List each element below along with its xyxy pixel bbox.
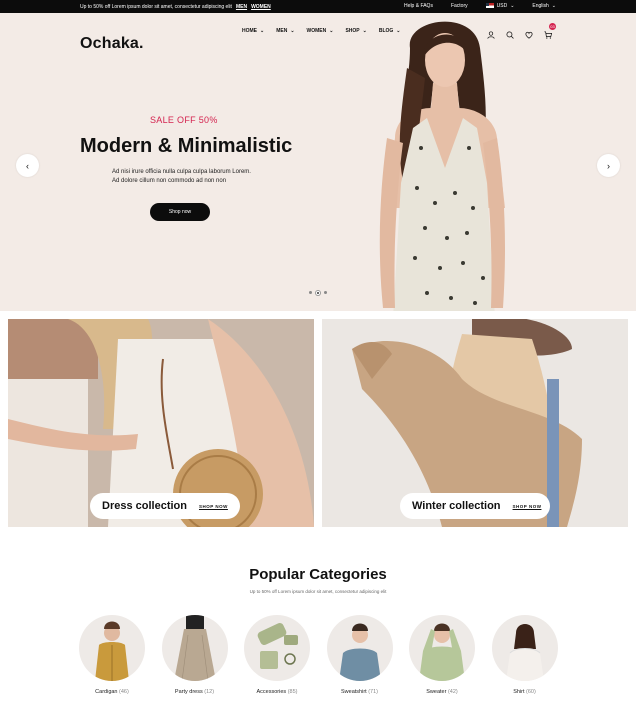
category-image — [244, 615, 310, 681]
user-icon[interactable] — [487, 26, 495, 39]
nav-blog[interactable]: BLOG ⌄ — [379, 28, 401, 34]
nav-men[interactable]: MEN ⌄ — [276, 28, 294, 34]
nav-home-label: HOME — [242, 28, 257, 34]
category-image — [79, 615, 145, 681]
category-label: Cardigan (46) — [95, 689, 129, 695]
slider-dot[interactable] — [324, 291, 327, 294]
dress-collection-label: Dress collection SHOP NOW — [90, 493, 240, 519]
shop-now-link[interactable]: SHOP NOW — [513, 504, 542, 509]
slider-prev-button[interactable]: ‹ — [16, 154, 39, 177]
hero-model-image — [379, 21, 505, 311]
chevron-down-icon: ⌄ — [260, 28, 265, 34]
category-name: Shirt — [513, 689, 525, 695]
category-count: (85) — [287, 689, 298, 695]
nav-women[interactable]: WOMEN ⌄ — [307, 28, 334, 34]
slider-next-button[interactable]: › — [597, 154, 620, 177]
category-cardigan[interactable]: Cardigan (46) — [79, 615, 145, 695]
popular-categories-subtitle: Up to 50% off Lorem ipsum dolor sit amet… — [249, 589, 387, 594]
category-image — [409, 615, 475, 681]
slider-dot-active[interactable] — [316, 290, 320, 295]
winter-collection-label: Winter collection SHOP NOW — [400, 493, 550, 519]
chevron-down-icon: ⌄ — [290, 28, 295, 34]
hero-headline: Modern & Minimalistic — [80, 135, 293, 157]
category-label: Shirt (60) — [513, 689, 536, 695]
promo-link-women[interactable]: WOMEN — [251, 4, 271, 10]
winter-collection-banner[interactable]: Winter collection SHOP NOW — [322, 319, 628, 527]
shop-now-link[interactable]: SHOP NOW — [199, 504, 228, 509]
chevron-down-icon: ⌄ — [396, 28, 401, 34]
hero-slider: Ochaka. HOME ⌄ MEN ⌄ WOMEN ⌄ SHOP ⌄ BLOG ⌄ 03… — [0, 13, 636, 311]
currency-label: USD — [496, 3, 508, 9]
category-name: Party dress — [174, 689, 203, 695]
category-image — [491, 615, 558, 681]
category-image — [161, 615, 228, 681]
category-sweatshirt[interactable]: Sweatshirt (71) — [326, 615, 393, 695]
help-link[interactable]: Help & FAQs — [404, 3, 433, 9]
factory-link[interactable]: Factory — [451, 3, 468, 9]
chevron-down-icon: ⌄ — [329, 28, 334, 34]
chevron-down-icon: ⌄ — [551, 3, 556, 9]
topbar-right: Help & FAQs Factory USD ⌄ English ⌄ — [404, 3, 556, 9]
sale-label: SALE OFF 50% — [150, 115, 218, 125]
language-select[interactable]: English ⌄ — [532, 3, 556, 9]
cart-icon[interactable]: 03 — [544, 23, 556, 39]
nav-men-label: MEN — [276, 28, 288, 34]
search-icon[interactable] — [506, 26, 514, 39]
main-nav: HOME ⌄ MEN ⌄ WOMEN ⌄ SHOP ⌄ BLOG ⌄ — [242, 28, 401, 34]
chevron-left-icon: ‹ — [26, 160, 29, 171]
promo-link-men[interactable]: MEN — [236, 4, 247, 10]
nav-blog-label: BLOG — [378, 28, 394, 34]
category-label: Sweater (42) — [426, 689, 458, 695]
chevron-right-icon: › — [607, 160, 610, 171]
chevron-down-icon: ⌄ — [510, 3, 515, 9]
dress-collection-banner[interactable]: Dress collection SHOP NOW — [8, 319, 314, 527]
header-icons: 03 — [487, 23, 556, 39]
nav-shop-label: SHOP — [345, 28, 360, 34]
category-list: Cardigan (46) Party dress (12) Accessori… — [79, 615, 558, 695]
category-image — [326, 615, 393, 681]
announcement-bar: Up to 50% off Lorem ipsum dolor sit amet… — [0, 0, 636, 13]
slider-pagination — [309, 290, 327, 295]
chevron-down-icon: ⌄ — [362, 28, 367, 34]
site-logo[interactable]: Ochaka. — [80, 35, 144, 53]
slider-dot[interactable] — [309, 291, 312, 294]
heart-icon[interactable] — [525, 26, 533, 39]
category-name: Sweater — [426, 689, 447, 695]
us-flag-icon — [485, 3, 494, 9]
category-count: (71) — [368, 689, 378, 695]
hero-description: Ad nisi irure officia nulla culpa culpa … — [112, 168, 292, 186]
category-count: (46) — [119, 689, 129, 695]
popular-categories-title: Popular Categories — [249, 566, 387, 583]
category-accessories[interactable]: Accessories (85) — [244, 615, 310, 695]
category-sweater[interactable]: Sweater (42) — [409, 615, 475, 695]
promo-banner: Up to 50% off Lorem ipsum dolor sit amet… — [80, 4, 271, 10]
category-label: Sweatshirt (71) — [341, 689, 378, 695]
hero-description-line-2: Ad dolore cillum non commodo ad non non — [112, 178, 227, 184]
nav-shop[interactable]: SHOP ⌄ — [345, 28, 366, 34]
cart-count-badge: 03 — [549, 23, 556, 30]
category-count: (60) — [526, 689, 536, 695]
category-name: Sweatshirt — [341, 689, 367, 695]
hero-description-line-1: Ad nisi irure officia nulla culpa culpa … — [112, 169, 251, 175]
shop-now-button[interactable]: Shop now — [150, 203, 210, 221]
category-label: Accessories (85) — [257, 689, 298, 695]
category-label: Party dress (12) — [175, 689, 214, 695]
collection-name: Winter collection — [412, 500, 501, 512]
promo-text: Up to 50% off Lorem ipsum dolor sit amet… — [80, 4, 232, 10]
collection-name: Dress collection — [102, 500, 187, 512]
category-count: (12) — [204, 689, 215, 695]
nav-home[interactable]: HOME ⌄ — [242, 28, 264, 34]
category-shirt[interactable]: Shirt (60) — [491, 615, 558, 695]
category-name: Accessories — [256, 689, 287, 695]
category-count: (42) — [447, 689, 458, 695]
currency-select[interactable]: USD ⌄ — [485, 3, 515, 9]
category-party-dress[interactable]: Party dress (12) — [161, 615, 228, 695]
nav-women-label: WOMEN — [306, 28, 327, 34]
language-label: English — [532, 3, 549, 9]
category-name: Cardigan — [95, 689, 118, 695]
